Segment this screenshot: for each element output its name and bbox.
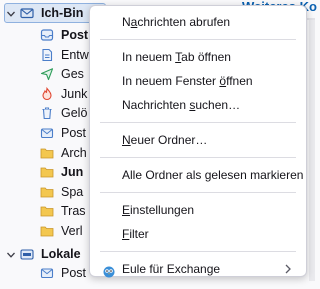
mail-account-icon: [20, 6, 34, 20]
menu-item[interactable]: In neuem Tab öffnen: [94, 45, 302, 69]
local-folders-row[interactable]: Lokale: [6, 243, 81, 265]
menu-item-label: Filter: [122, 227, 149, 241]
chevron-right-icon: [284, 257, 292, 289]
folder-context-menu: Nachrichten abrufen In neuem Tab öffnen In…: [89, 5, 307, 278]
outbox-icon: [40, 126, 54, 140]
menu-item-label: Eule für Exchange: [122, 262, 221, 276]
menu-item[interactable]: Nachrichten abrufen: [94, 10, 302, 34]
menu-item[interactable]: In neuem Fenster öffnen: [94, 69, 302, 93]
trash-icon: [40, 106, 54, 120]
menu-item-label: In neuem Tab öffnen: [122, 50, 231, 64]
folder-label: Entw: [61, 47, 89, 62]
menu-item[interactable]: Filter: [94, 222, 302, 246]
local-folders-icon: [20, 247, 34, 261]
folder-label: Post: [61, 28, 89, 42]
folder-icon: [40, 224, 54, 238]
menu-item[interactable]: Nachrichten suchen…: [94, 93, 302, 117]
menu-item[interactable]: Alle Ordner als gelesen markieren: [94, 163, 304, 187]
menu-item-label: Nachrichten abrufen: [122, 15, 231, 29]
chevron-down-icon[interactable]: [6, 249, 16, 259]
folder-icon: [40, 165, 54, 179]
folder-icon: [40, 146, 54, 160]
junk-icon: [40, 86, 54, 101]
menu-item[interactable]: Neuer Ordner…: [94, 128, 302, 152]
menu-item-label: Nachrichten suchen…: [122, 98, 241, 112]
account-row[interactable]: Ich-Bin: [6, 2, 83, 24]
local-folders-label: Lokale: [41, 247, 81, 261]
menu-item-label: Einstellungen: [122, 203, 195, 217]
folder-label: Verl: [61, 224, 83, 238]
menu-item-label: Alle Ordner als gelesen markieren: [122, 168, 304, 182]
folder-label: Junk: [61, 86, 88, 101]
inbox-icon: [40, 28, 54, 42]
menu-separator: [100, 192, 296, 193]
folder-label: Tras: [61, 204, 86, 219]
folder-icon: [40, 204, 54, 218]
menu-separator: [100, 251, 296, 252]
outbox-icon: [40, 266, 54, 280]
menu-item[interactable]: Eule für Exchange: [94, 257, 302, 281]
owl-icon: [102, 262, 116, 278]
menu-separator: [100, 122, 296, 123]
menu-item-label: In neuem Fenster öffnen: [122, 74, 253, 88]
menu-item-label: Neuer Ordner…: [122, 133, 208, 147]
folder-row[interactable]: Verl: [40, 220, 83, 242]
folder-label: Post: [61, 266, 87, 280]
sent-icon: [40, 67, 54, 81]
folder-label: Ges: [61, 67, 84, 82]
chevron-down-icon[interactable]: [6, 8, 16, 18]
folder-label: Arch: [61, 145, 87, 160]
account-label: Ich-Bin: [41, 6, 84, 20]
folder-label: Post: [61, 126, 87, 140]
folder-icon: [40, 185, 54, 199]
menu-separator: [100, 39, 296, 40]
folder-label: Jun: [61, 165, 84, 180]
folder-label: Spa: [61, 184, 84, 199]
menu-separator: [100, 157, 296, 158]
menu-item[interactable]: Einstellungen: [94, 198, 302, 222]
scrollbar[interactable]: [309, 20, 315, 281]
drafts-icon: [40, 48, 54, 62]
folder-label: Gelö: [61, 106, 88, 121]
